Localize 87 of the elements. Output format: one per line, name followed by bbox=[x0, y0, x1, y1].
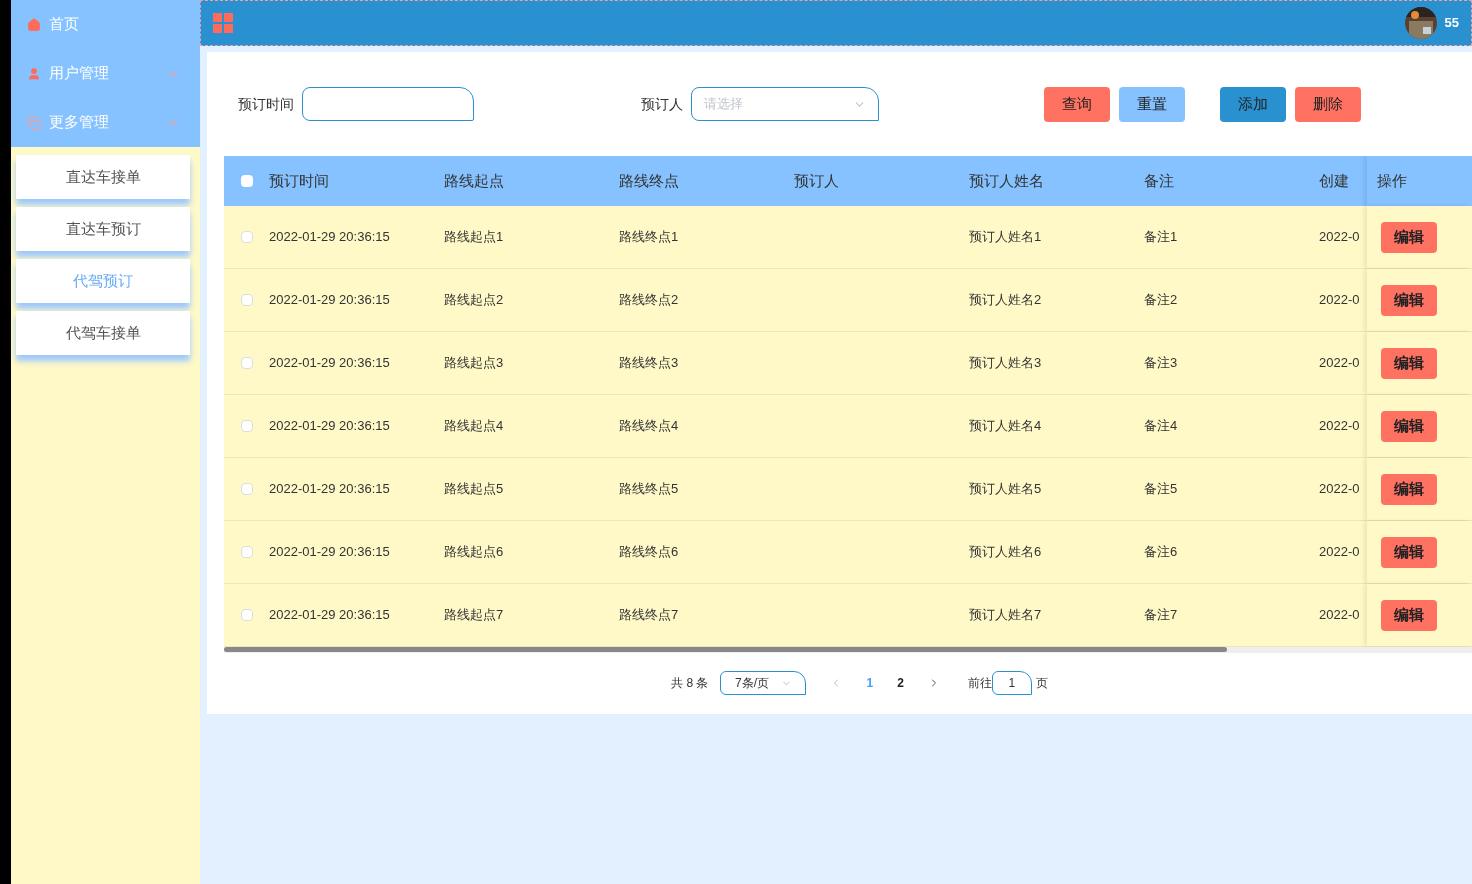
table-cell: 路线起点5 bbox=[444, 481, 504, 497]
edit-button[interactable]: 编辑 bbox=[1381, 599, 1437, 631]
table-cell: 路线终点4 bbox=[619, 418, 679, 434]
edit-button[interactable]: 编辑 bbox=[1381, 284, 1437, 316]
column-header: 创建 bbox=[1319, 171, 1349, 189]
table-cell: 2022-01-29 20:36:15 bbox=[269, 481, 390, 497]
action-button[interactable]: 添加 bbox=[1220, 86, 1286, 122]
submenu-item[interactable]: 直达车预订 bbox=[16, 207, 190, 251]
column-header: 路线起点 bbox=[444, 171, 504, 189]
table-cell: 预订人姓名3 bbox=[969, 355, 1042, 371]
copy-icon bbox=[27, 115, 41, 130]
table-cell: 备注2 bbox=[1144, 292, 1178, 308]
table-cell: 2022-0 bbox=[1319, 418, 1360, 434]
table-cell: 预订人姓名6 bbox=[969, 544, 1042, 560]
table-cell: 2022-01-29 20:36:15 bbox=[269, 355, 390, 371]
page-size-select[interactable]: 7条/页 bbox=[720, 671, 807, 695]
submenu-item[interactable]: 代驾车接单 bbox=[16, 311, 190, 355]
table-cell: 备注5 bbox=[1144, 481, 1178, 497]
scrollbar[interactable] bbox=[224, 647, 1227, 652]
action-button[interactable]: 删除 bbox=[1295, 86, 1361, 122]
table-cell: 路线起点2 bbox=[444, 292, 504, 308]
table-cell: 路线终点1 bbox=[619, 229, 679, 245]
goto-suffix: 页 bbox=[1035, 675, 1048, 692]
table-cell: 备注1 bbox=[1144, 229, 1178, 245]
action-button[interactable]: 查询 bbox=[1044, 86, 1110, 122]
edit-button[interactable]: 编辑 bbox=[1381, 536, 1437, 568]
table-cell: 2022-01-29 20:36:15 bbox=[269, 607, 390, 623]
column-header: 备注 bbox=[1144, 171, 1174, 189]
table-cell: 备注4 bbox=[1144, 418, 1178, 434]
grid-icon[interactable] bbox=[213, 13, 233, 33]
table-cell: 路线起点1 bbox=[444, 229, 504, 245]
table-cell: 路线起点7 bbox=[444, 607, 504, 623]
edit-button[interactable]: 编辑 bbox=[1381, 410, 1437, 442]
column-header: 预订人 bbox=[794, 171, 839, 189]
filter-label: 预订人 bbox=[641, 94, 683, 114]
row-checkbox[interactable] bbox=[240, 609, 253, 621]
total-count: 共 8 条 bbox=[671, 675, 709, 692]
filter-label: 预订时间 bbox=[238, 94, 294, 114]
table-cell: 预订人姓名7 bbox=[969, 607, 1042, 623]
table-cell: 2022-0 bbox=[1319, 355, 1360, 371]
row-checkbox[interactable] bbox=[240, 483, 253, 495]
time-input-field[interactable] bbox=[302, 87, 474, 121]
table-cell: 2022-01-29 20:36:15 bbox=[269, 292, 390, 308]
table-cell: 预订人姓名5 bbox=[969, 481, 1042, 497]
page-number[interactable]: 2 bbox=[897, 674, 904, 692]
table-cell: 2022-01-29 20:36:15 bbox=[269, 229, 390, 245]
goto-label: 前往 bbox=[967, 675, 992, 692]
table-cell: 路线终点2 bbox=[619, 292, 679, 308]
row-checkbox[interactable] bbox=[240, 357, 253, 369]
table-cell: 路线起点6 bbox=[444, 544, 504, 560]
table-cell: 路线终点5 bbox=[619, 481, 679, 497]
table-cell: 路线终点7 bbox=[619, 607, 679, 623]
row-checkbox[interactable] bbox=[240, 294, 253, 306]
edit-button[interactable]: 编辑 bbox=[1381, 347, 1437, 379]
column-header: 预订人姓名 bbox=[969, 171, 1044, 189]
username: 55 bbox=[1444, 14, 1459, 33]
column-header: 路线终点 bbox=[619, 171, 679, 189]
goto-page-field[interactable]: 1 bbox=[991, 671, 1032, 695]
submenu-item[interactable]: 直达车接单 bbox=[16, 155, 190, 199]
table-cell: 路线起点3 bbox=[444, 355, 504, 371]
select-all-checkbox[interactable] bbox=[240, 175, 253, 187]
table-cell: 路线终点6 bbox=[619, 544, 679, 560]
table-cell: 预订人姓名1 bbox=[969, 229, 1042, 245]
edit-button[interactable]: 编辑 bbox=[1381, 221, 1437, 253]
table-cell: 2022-0 bbox=[1319, 292, 1360, 308]
row-checkbox[interactable] bbox=[240, 231, 253, 243]
edit-button[interactable]: 编辑 bbox=[1381, 473, 1437, 505]
table-cell: 路线终点3 bbox=[619, 355, 679, 371]
home-icon bbox=[27, 17, 41, 32]
table-cell: 路线起点4 bbox=[444, 418, 504, 434]
column-header: 操作 bbox=[1377, 170, 1407, 191]
table-cell: 2022-0 bbox=[1319, 544, 1360, 560]
table-cell: 备注3 bbox=[1144, 355, 1178, 371]
row-checkbox[interactable] bbox=[240, 420, 253, 432]
table-cell: 备注6 bbox=[1144, 544, 1178, 560]
table-cell: 2022-0 bbox=[1319, 607, 1360, 623]
row-checkbox[interactable] bbox=[240, 546, 253, 558]
column-header: 预订时间 bbox=[269, 171, 329, 189]
action-button[interactable]: 重置 bbox=[1119, 86, 1185, 122]
table-cell: 2022-01-29 20:36:15 bbox=[269, 418, 390, 434]
user-icon bbox=[27, 66, 41, 81]
table-cell: 2022-01-29 20:36:15 bbox=[269, 544, 390, 560]
table-cell: 2022-0 bbox=[1319, 481, 1360, 497]
table-cell: 预订人姓名4 bbox=[969, 418, 1042, 434]
table-cell: 2022-0 bbox=[1319, 229, 1360, 245]
table-cell: 备注7 bbox=[1144, 607, 1178, 623]
table-cell: 预订人姓名2 bbox=[969, 292, 1042, 308]
